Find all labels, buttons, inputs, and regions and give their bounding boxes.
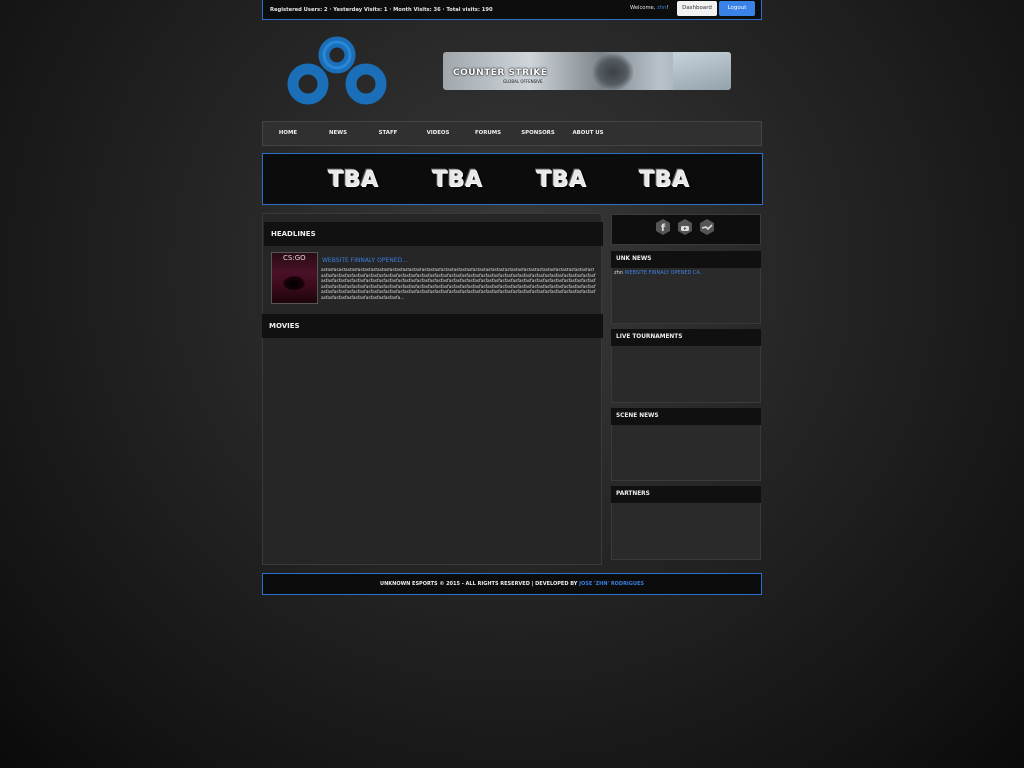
welcome-text: Welcome, zhn!: [630, 5, 668, 11]
unk-news-link[interactable]: WEBSITE FINNALY OPENED CA..: [625, 270, 703, 276]
banner-subtitle: GLOBAL OFFENSIVE: [503, 79, 543, 84]
username-link[interactable]: zhn: [657, 5, 666, 11]
dashboard-button[interactable]: Dashboard: [677, 1, 717, 16]
live-tournaments-heading: LIVE TOURNAMENTS: [611, 329, 761, 346]
game-banner[interactable]: COUNTER STRIKE GLOBAL OFFENSIVE: [443, 52, 731, 90]
movies-heading: MOVIES: [262, 314, 603, 338]
nav-home[interactable]: HOME: [279, 130, 297, 136]
youtube-icon[interactable]: [677, 219, 693, 235]
tba-slot-2[interactable]: TBA: [432, 167, 482, 192]
site-stats: Registered Users: 2 · Yesterday Visits: …: [270, 7, 493, 13]
unk-news-user: zhn: [614, 270, 623, 276]
developer-link[interactable]: JOSE 'ZHN' RODRIGUES: [579, 581, 644, 587]
nav-news[interactable]: NEWS: [329, 130, 347, 136]
unk-news-heading: UNK NEWS: [611, 251, 761, 268]
facebook-icon[interactable]: f: [655, 219, 671, 235]
nav-sponsors[interactable]: SPONSORS: [521, 130, 554, 136]
thumbnail-label: CS:GO: [283, 254, 306, 262]
soldier-silhouette: [593, 54, 633, 90]
thumbnail-art: [283, 276, 305, 290]
nav-about-us[interactable]: ABOUT US: [572, 130, 603, 136]
nav-staff[interactable]: STAFF: [379, 130, 398, 136]
unk-news-item: zhn WEBSITE FINNALY OPENED CA..: [614, 270, 703, 276]
scene-news-heading: SCENE NEWS: [611, 408, 761, 425]
svg-text:f: f: [661, 223, 666, 234]
copyright-text: UNKNOWN ESPORTS © 2015 - ALL RIGHTS RESE…: [380, 581, 578, 587]
welcome-prefix: Welcome,: [630, 5, 656, 11]
news-title-link[interactable]: WEBSITE FINNALY OPENED...: [322, 257, 408, 264]
logout-button[interactable]: Logout: [719, 1, 755, 16]
banner-scenery: [673, 52, 731, 90]
headlines-heading: HEADLINES: [264, 222, 603, 246]
banner-title: COUNTER STRIKE: [453, 68, 548, 78]
site-logo[interactable]: [286, 34, 388, 108]
footer-text: UNKNOWN ESPORTS © 2015 - ALL RIGHTS RESE…: [262, 581, 762, 587]
steam-icon[interactable]: [699, 219, 715, 235]
nav-forums[interactable]: FORUMS: [475, 130, 501, 136]
nav-videos[interactable]: VIDEOS: [427, 130, 450, 136]
news-body: asfasfasasfasfasfasfasfasfasfasfasfasfas…: [321, 268, 596, 301]
tba-slot-1[interactable]: TBA: [328, 167, 378, 192]
tba-slot-3[interactable]: TBA: [536, 167, 586, 192]
tba-slot-4[interactable]: TBA: [639, 167, 689, 192]
welcome-suffix: !: [666, 5, 669, 11]
partners-heading: PARTNERS: [611, 486, 761, 503]
